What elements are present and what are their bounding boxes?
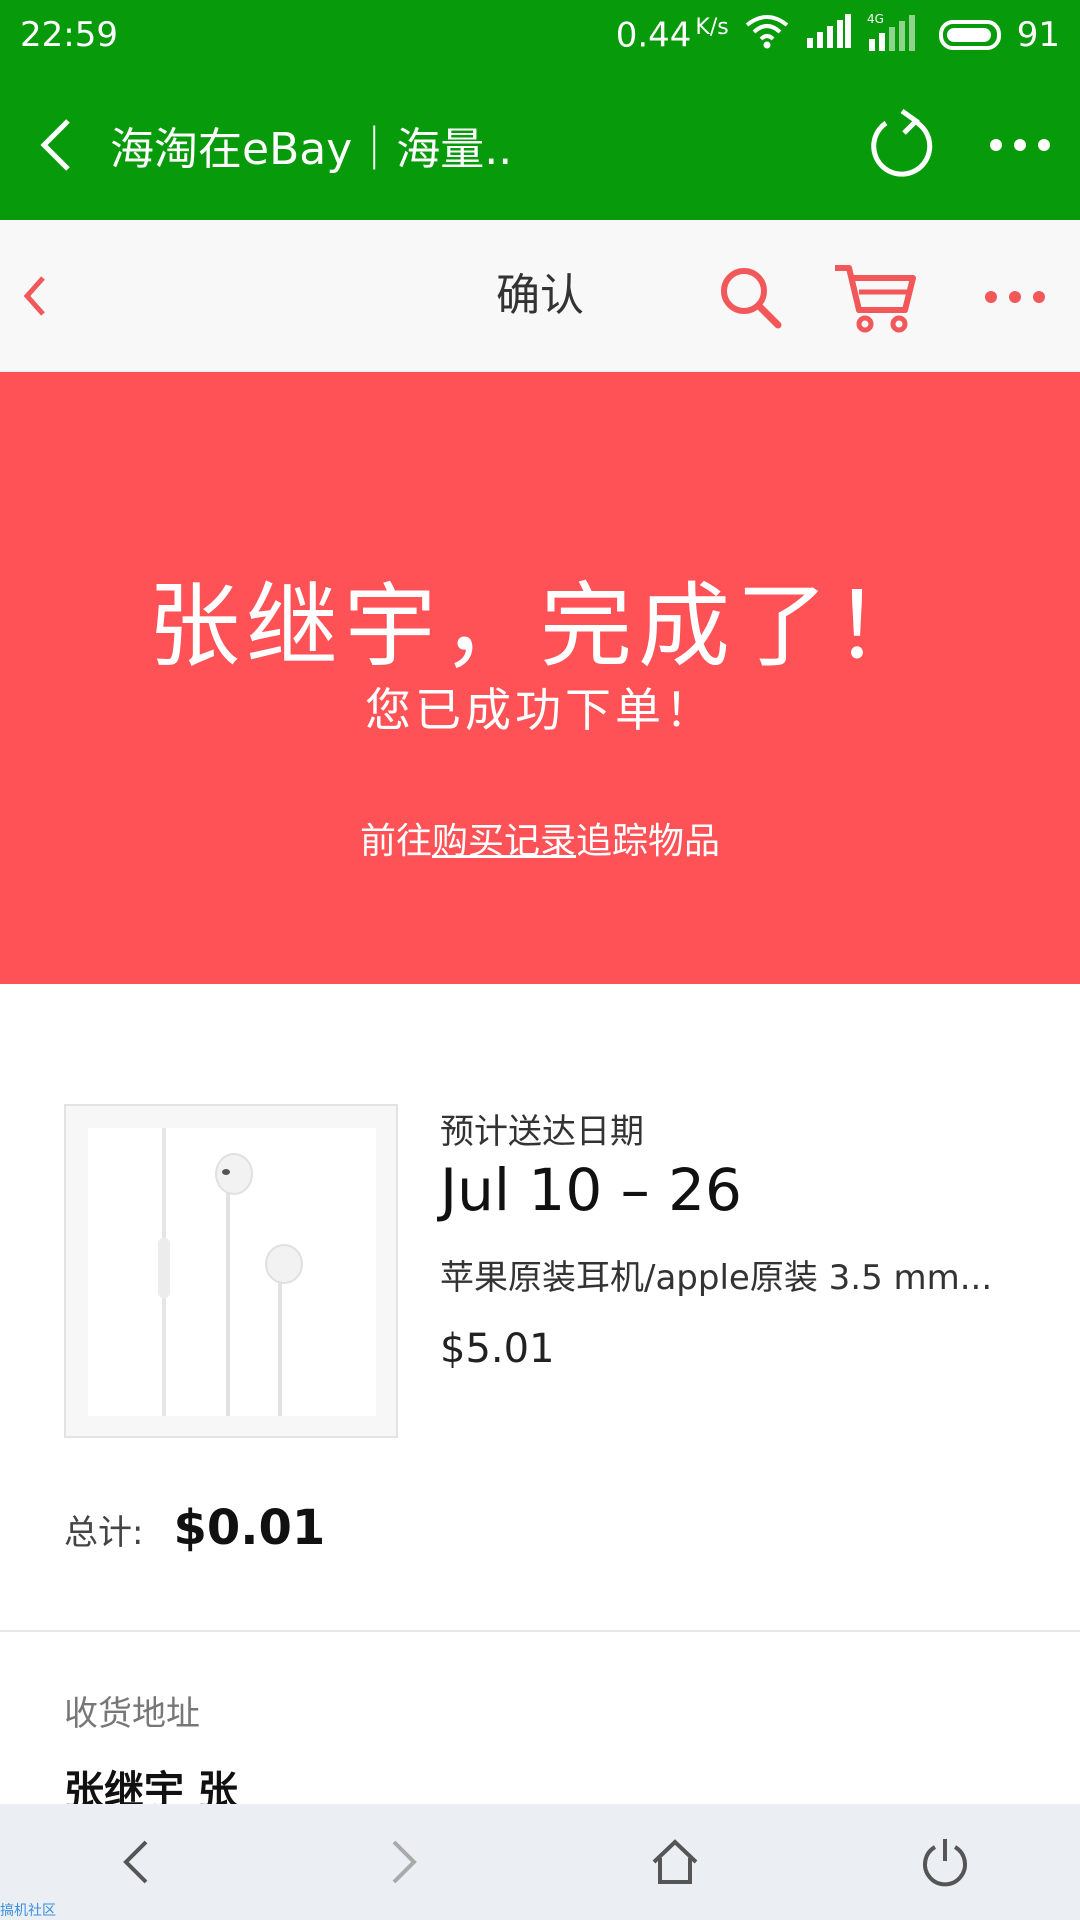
total-value: $0.01: [173, 1500, 326, 1556]
network-type: 4G: [867, 12, 884, 26]
product-image[interactable]: [64, 1104, 398, 1438]
browser-title: 海淘在eBay｜海量..: [110, 124, 513, 175]
nav-power-button[interactable]: [810, 1804, 1080, 1920]
browser-bottom-nav: [0, 1804, 1080, 1920]
success-subtext: 您已成功下单！: [365, 683, 715, 737]
site-header: 确认: [0, 220, 1080, 372]
network-speed: 0.44 K/s: [616, 15, 729, 55]
back-icon: [123, 1840, 148, 1884]
status-right: 0.44 K/s 4G 91: [616, 11, 1060, 60]
search-button[interactable]: [705, 252, 795, 342]
browser-more-button[interactable]: [960, 70, 1080, 220]
nav-forward-button[interactable]: [270, 1804, 540, 1920]
track-suffix: 追踪物品: [576, 821, 721, 862]
forward-icon: [392, 1840, 417, 1884]
nav-home-button[interactable]: [540, 1804, 810, 1920]
cart-button[interactable]: [825, 250, 925, 346]
power-icon: [923, 1839, 967, 1887]
browser-back-button[interactable]: [0, 70, 110, 220]
success-headline: 张继宇，完成了！: [147, 573, 932, 680]
product-price: $5.01: [440, 1326, 555, 1372]
battery-icon: [938, 20, 1001, 50]
status-time: 22:59: [20, 15, 118, 55]
order-total: 总计: $0.01: [64, 1500, 325, 1560]
browser-bar: 海淘在eBay｜海量..: [0, 70, 1080, 220]
site-back-button[interactable]: [0, 220, 70, 372]
network-speed-unit: K/s: [695, 14, 729, 40]
track-instruction: 前往购买记录追踪物品: [0, 812, 1080, 864]
product-name[interactable]: 苹果原装耳机/apple原装 3.5 mm...: [440, 1250, 1040, 1299]
refresh-icon: [871, 109, 933, 177]
signal-4g-icon: 4G: [867, 11, 923, 60]
status-bar: 22:59 0.44 K/s 4G 91: [0, 0, 1080, 70]
more-icon: [985, 291, 1045, 303]
network-speed-value: 0.44: [615, 15, 692, 56]
home-icon: [652, 1839, 698, 1884]
cart-icon: [835, 265, 916, 333]
earphones-image: [88, 1128, 376, 1416]
divider: [0, 1630, 1080, 1632]
total-label: 总计:: [64, 1513, 144, 1553]
watermark: 搞机社区: [0, 1903, 56, 1919]
purchase-history-link[interactable]: 购买记录: [432, 821, 576, 862]
eta-date: Jul 10 – 26: [440, 1156, 742, 1224]
refresh-button[interactable]: [840, 70, 960, 220]
order-item[interactable]: 预计送达日期 Jul 10 – 26 苹果原装耳机/apple原装 3.5 mm…: [0, 1090, 1080, 1450]
signal-icon: [805, 13, 851, 57]
site-more-button[interactable]: [965, 252, 1065, 342]
eta-label: 预计送达日期: [440, 1112, 644, 1152]
back-icon: [23, 276, 45, 316]
back-icon: [40, 119, 70, 171]
shipping-address-label: 收货地址: [64, 1694, 200, 1734]
track-prefix: 前往: [359, 821, 432, 862]
success-banner: 张继宇，完成了！ 您已成功下单！ 前往购买记录追踪物品: [0, 372, 1080, 984]
more-icon: [990, 139, 1050, 151]
app-frame: 22:59 0.44 K/s 4G 91 海淘在eBay｜海量.. 确认 张继宇…: [0, 0, 1080, 1920]
wifi-icon: [745, 13, 789, 58]
search-icon: [721, 268, 782, 329]
battery-level: 91: [1016, 15, 1060, 55]
